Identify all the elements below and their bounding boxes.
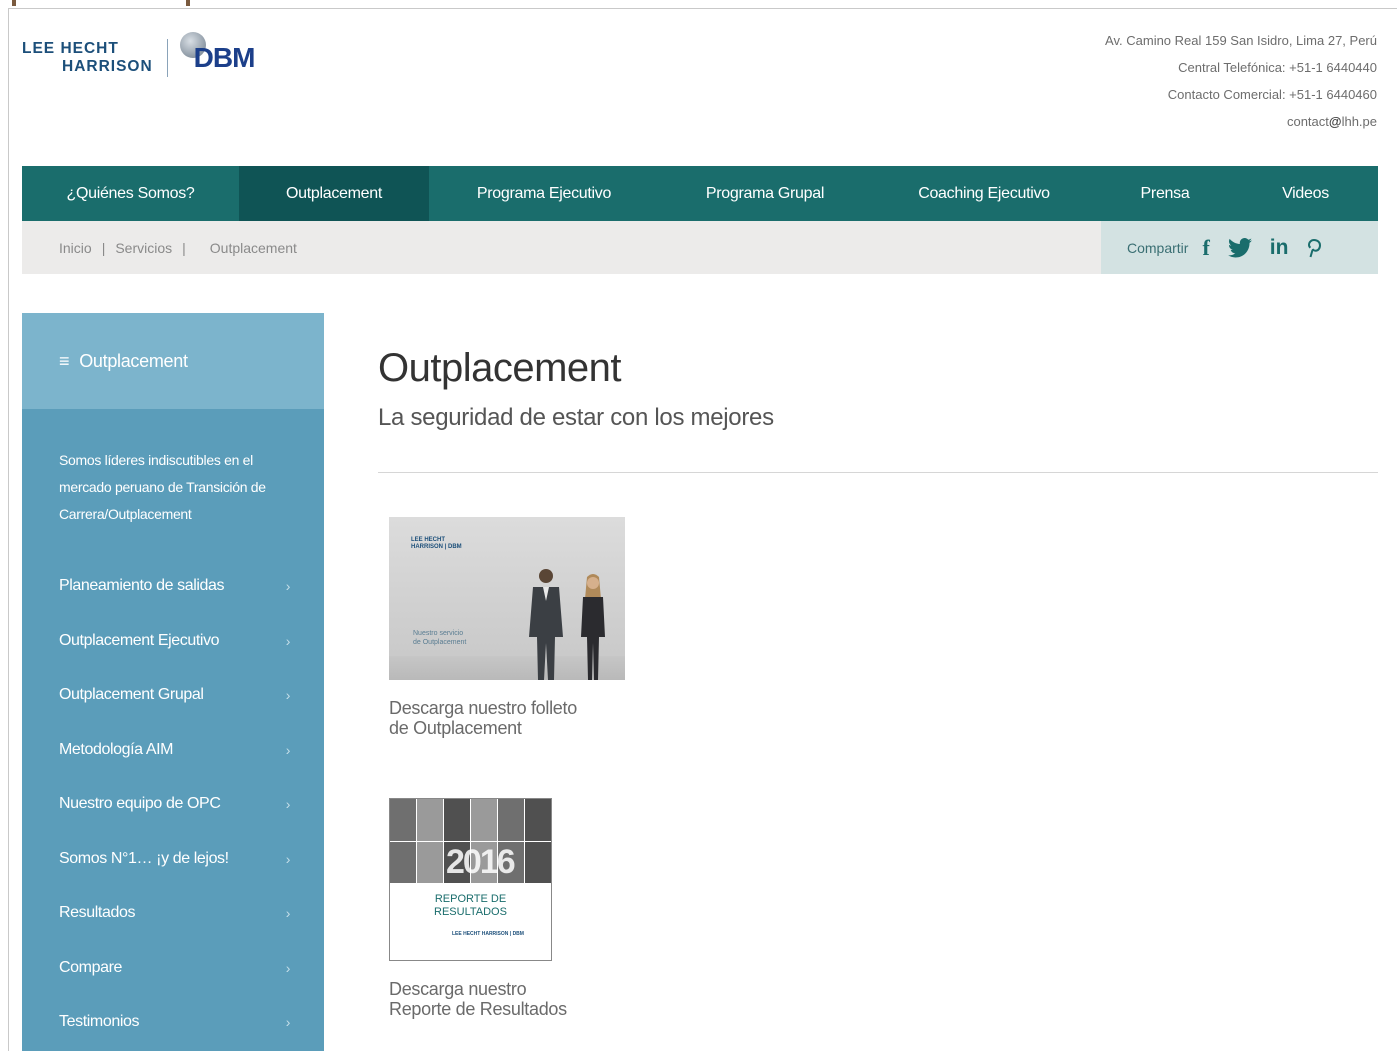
share-label: Compartir: [1127, 239, 1189, 256]
contact-phone-central: Central Telefónica: +51-1 6440440: [1178, 60, 1377, 75]
sidebar-item-outplacement-grupal[interactable]: Outplacement Grupal ›: [22, 668, 324, 723]
sidebar-item-label: Nuestro equipo de OPC: [59, 795, 221, 813]
chevron-right-icon: ›: [285, 959, 291, 976]
breadcrumb: Inicio | Servicios | Outplacement: [59, 221, 297, 274]
thumbnail-text-line2: de Outplacement: [413, 639, 467, 646]
sidebar-item-label: Testimonios: [59, 1013, 140, 1031]
person-image: [529, 569, 563, 680]
report-thumbnail[interactable]: 2016 REPORTE DE RESULTADOS LEE HECHT HAR…: [389, 798, 552, 961]
sidebar-item-label: Metodología AIM: [59, 740, 174, 758]
report-caption-line2: Reporte de Resultados: [389, 999, 567, 1019]
menu-icon: ≡: [59, 350, 70, 371]
facebook-icon[interactable]: f: [1202, 235, 1209, 261]
top-mark: [186, 0, 190, 6]
thumbnail-logo-line1: LEE HECHT: [411, 537, 446, 543]
logo-lhh-line2: HARRISON: [62, 58, 153, 75]
sidebar-item-equipo[interactable]: Nuestro equipo de OPC ›: [22, 777, 324, 832]
site-logo[interactable]: LEE HECHT HARRISON DBM: [22, 32, 256, 82]
sidebar-item-somos-n1[interactable]: Somos N°1… ¡y de lejos! ›: [22, 832, 324, 887]
thumbnail-text-line1: Nuestro servicio: [413, 630, 464, 637]
chevron-right-icon: ›: [285, 1014, 291, 1031]
report-caption[interactable]: Descarga nuestro Reporte de Resultados: [389, 979, 567, 1019]
breadcrumb-servicios[interactable]: Servicios: [115, 240, 172, 256]
linkedin-icon[interactable]: in: [1270, 236, 1289, 260]
logo-lhh: LEE HECHT HARRISON: [22, 40, 153, 76]
sidebar-item-planeamiento[interactable]: Planeamiento de salidas ›: [22, 559, 324, 614]
contact-email-user: contact: [1286, 114, 1329, 129]
download-brochure[interactable]: LEE HECHT HARRISON | DBM Nuestro servici…: [389, 517, 625, 738]
nav-item-coaching-ejecutivo[interactable]: Coaching Ejecutivo: [871, 166, 1097, 221]
sidebar-item-label: Resultados: [59, 904, 136, 922]
logo-divider: [166, 39, 168, 77]
report-year: 2016: [446, 843, 516, 881]
breadcrumb-inicio[interactable]: Inicio: [59, 240, 92, 256]
sidebar-item-label: Somos N°1… ¡y de lejos!: [59, 849, 229, 867]
sidebar-item-label: Outplacement Grupal: [59, 686, 204, 704]
sidebar: ≡ Outplacement Somos líderes indiscutibl…: [22, 313, 324, 1051]
top-mark: [12, 0, 16, 6]
report-title-line1: REPORTE DE: [434, 893, 507, 905]
sidebar-item-compare[interactable]: Compare ›: [22, 941, 324, 996]
contact-address: Av. Camino Real 159 San Isidro, Lima 27,…: [1105, 33, 1377, 48]
sidebar-menu: Planeamiento de salidas › Outplacement Ej…: [22, 559, 324, 1050]
share-bar: Compartir f in: [1101, 221, 1378, 274]
thumbnail-logo-line2: HARRISON | DBM: [411, 544, 462, 550]
breadcrumb-separator: |: [101, 239, 106, 256]
pinterest-icon[interactable]: [1306, 238, 1322, 258]
sidebar-header[interactable]: ≡ Outplacement: [22, 313, 324, 409]
chevron-right-icon: ›: [285, 578, 291, 595]
page-title: Outplacement: [378, 346, 622, 390]
sidebar-item-label: Planeamiento de salidas: [59, 577, 225, 595]
nav-item-quienes-somos[interactable]: ¿Quiénes Somos?: [22, 166, 239, 221]
thumbnail-logo: LEE HECHT HARRISON | DBM: [411, 537, 462, 551]
content-divider: [378, 472, 1378, 473]
brochure-caption[interactable]: Descarga nuestro folleto de Outplacement: [389, 698, 625, 738]
download-report[interactable]: 2016 REPORTE DE RESULTADOS LEE HECHT HAR…: [389, 798, 567, 1019]
logo-dbm-text: DBM: [193, 42, 256, 73]
report-caption-line1: Descarga nuestro: [389, 979, 527, 999]
person-image: [581, 574, 605, 680]
chevron-right-icon: ›: [285, 741, 291, 758]
report-title-line2: RESULTADOS: [434, 906, 507, 918]
logo-lhh-line1: LEE HECHT: [22, 40, 119, 57]
contact-info: Av. Camino Real 159 San Isidro, Lima 27,…: [1105, 27, 1377, 135]
top-decoration: [0, 0, 1397, 8]
sidebar-item-testimonios[interactable]: Testimonios ›: [22, 995, 324, 1050]
chevron-right-icon: ›: [285, 687, 291, 704]
sidebar-item-resultados[interactable]: Resultados ›: [22, 886, 324, 941]
page-subtitle: La seguridad de estar con los mejores: [378, 404, 774, 431]
sidebar-item-metodologia[interactable]: Metodología AIM ›: [22, 723, 324, 778]
contact-email[interactable]: contact@lhh.pe: [1105, 108, 1377, 135]
nav-item-programa-ejecutivo[interactable]: Programa Ejecutivo: [429, 166, 659, 221]
nav-item-outplacement[interactable]: Outplacement: [239, 166, 429, 221]
breadcrumb-outplacement: Outplacement: [209, 239, 297, 256]
chevron-right-icon: ›: [285, 796, 291, 813]
report-logo: LEE HECHT HARRISON | DBM: [452, 931, 524, 937]
chevron-right-icon: ›: [285, 850, 291, 867]
thumbnail-text: Nuestro servicio de Outplacement: [413, 629, 466, 647]
breadcrumb-separator: |: [182, 239, 186, 256]
contact-email-domain: lhh.pe: [1341, 114, 1377, 129]
nav-item-videos[interactable]: Videos: [1233, 166, 1378, 221]
sidebar-intro: Somos líderes indiscutibles en el mercad…: [59, 452, 266, 522]
report-title: REPORTE DE RESULTADOS: [390, 893, 551, 919]
breadcrumb-bar: Inicio | Servicios | Outplacement Compar…: [22, 221, 1378, 274]
sidebar-title: Outplacement: [79, 350, 188, 371]
nav-item-prensa[interactable]: Prensa: [1097, 166, 1233, 221]
contact-email-at: @: [1328, 114, 1342, 129]
chevron-right-icon: ›: [285, 632, 291, 649]
chevron-right-icon: ›: [285, 905, 291, 922]
nav-item-programa-grupal[interactable]: Programa Grupal: [659, 166, 871, 221]
sidebar-item-label: Compare: [59, 958, 123, 976]
sidebar-item-label: Outplacement Ejecutivo: [59, 631, 220, 649]
logo-dbm: DBM: [179, 32, 256, 74]
twitter-icon[interactable]: [1227, 237, 1252, 258]
main-nav: ¿Quiénes Somos? Outplacement Programa Ej…: [22, 166, 1378, 221]
brochure-caption-line2: de Outplacement: [389, 718, 522, 738]
brochure-thumbnail[interactable]: LEE HECHT HARRISON | DBM Nuestro servici…: [389, 517, 625, 680]
contact-phone-commercial: Contacto Comercial: +51-1 6440460: [1167, 87, 1377, 102]
sidebar-item-outplacement-ejecutivo[interactable]: Outplacement Ejecutivo ›: [22, 614, 324, 669]
brochure-caption-line1: Descarga nuestro folleto: [389, 698, 577, 718]
